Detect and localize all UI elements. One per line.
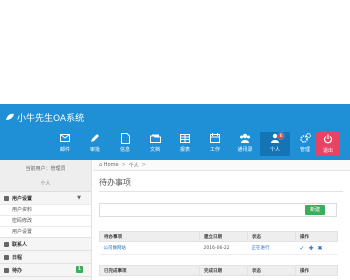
nav-personal[interactable]: 个人 6: [260, 132, 290, 156]
current-module: 个人: [40, 181, 51, 187]
todo-table: 待办事项 建立日期 状态 操作 公司做网站 2016-06-22 正在进行 ✓ …: [99, 231, 338, 255]
contacts-icon: [239, 132, 251, 144]
table-icon: [179, 132, 191, 144]
power-icon: [323, 134, 333, 146]
breadcrumb-separator: >: [141, 162, 146, 168]
nav-reports[interactable]: 报表: [170, 132, 200, 156]
menu-schedule: 日程: [0, 251, 91, 264]
col-header: 建立日期: [199, 231, 248, 242]
breadcrumb-current: 个人: [128, 162, 139, 169]
nav-admin-label: 管理: [299, 147, 310, 153]
new-button[interactable]: 新建: [305, 205, 325, 215]
header-bar: 小牛先生OA系统 邮件 审批 信息 文档 报表 工作 通讯录 个人 6 管理 退…: [0, 104, 350, 160]
nav-reports-label: 报表: [179, 147, 190, 153]
nav-contacts-label: 通讯录: [237, 147, 253, 153]
delete-icon[interactable]: ✖: [318, 245, 323, 251]
current-user: 当前用户：管理员: [25, 166, 66, 172]
nav-info-label: 信息: [119, 147, 130, 153]
contacts-menu-icon: [4, 241, 9, 247]
page-title: 待办事项: [99, 178, 131, 187]
user-info: 当前用户：管理员 个人: [0, 160, 91, 192]
table-row: 公司做网站 2016-06-22 正在进行 ✓ ✚ ✖: [99, 241, 338, 255]
menu-head-label: 日程: [12, 254, 23, 261]
gears-icon: [299, 132, 311, 144]
col-header: 操作: [295, 265, 338, 276]
menu-head-user-settings[interactable]: 用户设置 ▼: [0, 192, 91, 204]
sidebar: 当前用户：管理员 个人 用户设置 ▼ 用户资料 密码修改 用户设置 联系人 日程: [0, 160, 92, 280]
notification-badge: 6: [277, 132, 285, 140]
todo-date: 2016-06-22: [199, 241, 248, 255]
oa-app: 小牛先生OA系统 邮件 审批 信息 文档 报表 工作 通讯录 个人 6 管理 退…: [0, 104, 350, 280]
menu-head-label: 待办: [12, 267, 23, 274]
main-nav: 邮件 审批 信息 文档 报表 工作 通讯录 个人 6 管理: [50, 132, 320, 156]
mail-icon: [59, 132, 71, 144]
document-icon: [119, 132, 131, 144]
page-background: [0, 0, 350, 104]
menu-head-label: 联系人: [12, 241, 28, 248]
settings-icon: [4, 195, 9, 201]
todo-status: 正在进行: [247, 241, 296, 255]
pencil-icon: [89, 132, 101, 144]
nav-work[interactable]: 工作: [200, 132, 230, 156]
title-divider: [99, 191, 343, 192]
nav-mail-label: 邮件: [59, 147, 70, 153]
todo-item-link[interactable]: 公司做网站: [99, 241, 200, 255]
menu-item-profile[interactable]: 用户资料: [0, 204, 91, 215]
table-header-row: 已完成事项 完成日期 状态 操作: [99, 265, 338, 276]
nav-docs-label: 文档: [149, 147, 160, 153]
col-header: 已完成事项: [99, 265, 200, 276]
menu-item-password[interactable]: 密码修改: [0, 215, 91, 226]
nav-mail[interactable]: 邮件: [50, 132, 80, 156]
menu-head-label: 用户设置: [12, 195, 33, 202]
menu-head-todo[interactable]: 待办 1: [0, 264, 91, 276]
nav-approval-label: 审批: [89, 147, 100, 153]
todo-count-badge: 1: [75, 266, 83, 273]
done-table: 已完成事项 完成日期 状态 操作: [99, 265, 338, 276]
col-header: 状态: [247, 265, 296, 276]
logout-label: 退出: [322, 148, 333, 154]
menu-item-user-settings[interactable]: 用户设置: [0, 226, 91, 237]
chevron-down-icon: ▼: [77, 195, 81, 201]
menu-todo: 待办 1: [0, 264, 91, 277]
col-header: 完成日期: [199, 265, 248, 276]
schedule-icon: [4, 254, 9, 260]
nav-personal-label: 个人: [269, 147, 280, 153]
breadcrumb-separator: >: [121, 162, 126, 168]
menu-user-settings: 用户设置 ▼ 用户资料 密码修改 用户设置: [0, 192, 91, 238]
check-icon[interactable]: ✓: [300, 245, 305, 251]
col-header: 待办事项: [99, 231, 200, 242]
edit-icon[interactable]: ✚: [309, 245, 314, 251]
col-header: 操作: [295, 231, 338, 242]
col-header: 状态: [247, 231, 296, 242]
toolbar-box: [99, 203, 337, 217]
folder-icon: [149, 132, 161, 144]
nav-info[interactable]: 信息: [110, 132, 140, 156]
breadcrumb: ⌂ Home > 个人 >: [93, 160, 350, 171]
menu-head-contacts[interactable]: 联系人: [0, 238, 91, 250]
nav-approval[interactable]: 审批: [80, 132, 110, 156]
logout-button[interactable]: 退出: [316, 132, 340, 156]
todo-icon: [4, 267, 9, 273]
menu-head-schedule[interactable]: 日程: [0, 251, 91, 263]
nav-work-label: 工作: [209, 147, 220, 153]
todo-actions: ✓ ✚ ✖: [295, 241, 338, 255]
brand: 小牛先生OA系统: [5, 109, 84, 125]
menu-contacts: 联系人: [0, 238, 91, 251]
nav-docs[interactable]: 文档: [140, 132, 170, 156]
app-title: 小牛先生OA系统: [17, 113, 85, 124]
breadcrumb-home[interactable]: Home: [104, 162, 119, 168]
nav-contacts[interactable]: 通讯录: [230, 132, 260, 156]
calendar-icon: [209, 132, 221, 144]
leaf-logo-icon: [6, 113, 14, 120]
table-header-row: 待办事项 建立日期 状态 操作: [99, 231, 338, 242]
main-content: ⌂ Home > 个人 > 待办事项 新建 待办事项 建立日期 状态 操作 公司…: [93, 160, 350, 280]
